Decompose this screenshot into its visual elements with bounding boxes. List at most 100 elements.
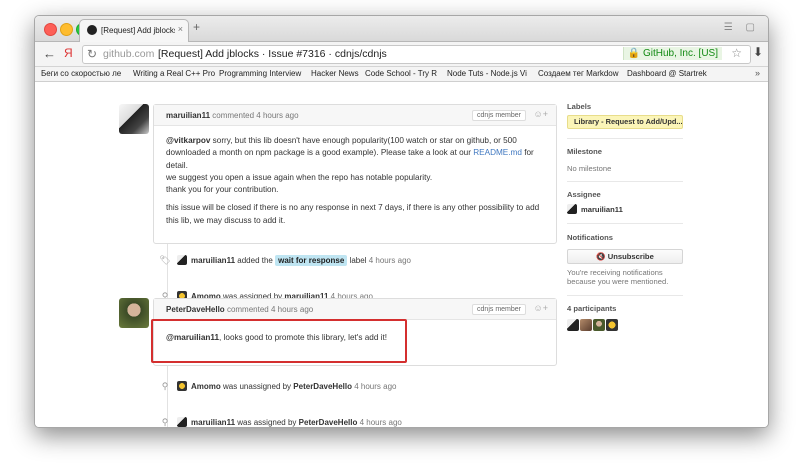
mute-icon: 🔇 bbox=[596, 252, 606, 261]
issue-label[interactable]: Library - Request to Add/Upd... bbox=[567, 115, 683, 129]
comment-author[interactable]: PeterDaveHello bbox=[166, 305, 225, 314]
member-badge: cdnjs member bbox=[472, 110, 526, 121]
browser-tab[interactable]: [Request] Add jblocks · Issu × bbox=[79, 19, 189, 42]
download-icon[interactable]: ⬇ bbox=[753, 45, 763, 59]
comment-meta: commented 4 hours ago bbox=[226, 305, 314, 314]
event-time: 4 hours ago bbox=[359, 418, 402, 427]
event-text: was unassigned by bbox=[223, 382, 292, 391]
unsubscribe-button[interactable]: 🔇 Unsubscribe bbox=[567, 249, 683, 264]
reload-icon[interactable]: ↻ bbox=[87, 47, 97, 61]
avatar[interactable] bbox=[567, 319, 579, 331]
avatar[interactable] bbox=[177, 255, 187, 265]
person-icon: ⚲ bbox=[161, 417, 169, 427]
browser-window: [Request] Add jblocks · Issu × + ☰ ▢ ← Я… bbox=[34, 15, 769, 428]
tag-icon: 🏷 bbox=[159, 255, 171, 265]
minimize-window-button[interactable] bbox=[60, 23, 73, 36]
divider bbox=[567, 295, 683, 296]
comment-meta: commented 4 hours ago bbox=[212, 111, 299, 120]
bookmark-item[interactable]: Programming Interview bbox=[219, 69, 307, 78]
bookmark-item[interactable]: Dashboard @ Startrek bbox=[627, 69, 727, 78]
event-time: 4 hours ago bbox=[368, 256, 411, 265]
notification-reason: because you were mentioned. bbox=[567, 277, 669, 286]
notification-reason: You're receiving notifications bbox=[567, 268, 663, 277]
bookmark-item[interactable]: Node Tuts - Node.js Vi bbox=[447, 69, 533, 78]
github-icon bbox=[87, 25, 97, 35]
label-event: 🏷 maruilian11 added the wait for response… bbox=[159, 255, 411, 266]
assignee[interactable]: maruilian11 bbox=[567, 204, 623, 214]
comment-header-text: PeterDaveHello commented 4 hours ago bbox=[166, 305, 313, 314]
window-menu-icon[interactable]: ☰ ▢ bbox=[724, 22, 760, 33]
comment-text: this issue will be closed if there is no… bbox=[166, 203, 540, 225]
ev-certificate-badge[interactable]: 🔒 GitHub, Inc. [US] bbox=[622, 47, 722, 60]
bookmark-item[interactable]: Code School - Try R bbox=[365, 69, 451, 78]
divider bbox=[567, 138, 683, 139]
comment-text: thank you for your contribution. bbox=[166, 185, 279, 195]
comment-body: @vitkarpov sorry, but this lib doesn't h… bbox=[154, 126, 556, 240]
event-by[interactable]: PeterDaveHello bbox=[299, 418, 358, 427]
bookmark-item[interactable]: Hacker News bbox=[311, 69, 371, 78]
bookmarks-bar: Беги со скоростью ле Writing a Real C++ … bbox=[35, 67, 768, 82]
add-reaction-icon[interactable]: ☺+ bbox=[534, 303, 548, 313]
user-mention[interactable]: @vitkarpov bbox=[166, 136, 210, 145]
comment-text: sorry, but this lib doesn't have enough … bbox=[166, 136, 517, 158]
unsubscribe-label: Unsubscribe bbox=[607, 252, 654, 261]
comment-header: PeterDaveHello commented 4 hours ago cdn… bbox=[154, 299, 556, 320]
event-actor[interactable]: maruilian11 bbox=[191, 418, 235, 427]
avatar[interactable] bbox=[119, 298, 149, 328]
comment-text: we suggest you open a issue again when t… bbox=[166, 172, 433, 182]
bookmarks-more-button[interactable]: » bbox=[755, 68, 760, 78]
comment-card: maruilian11 commented 4 hours ago cdnjs … bbox=[153, 104, 557, 244]
bookmark-item[interactable]: Writing a Real C++ Pro bbox=[133, 69, 217, 78]
unassign-event: ⚲ Amomo was unassigned by PeterDaveHello … bbox=[159, 381, 397, 392]
back-button[interactable]: ← bbox=[43, 46, 56, 61]
url-host: github.com bbox=[103, 48, 155, 60]
person-icon: ⚲ bbox=[161, 381, 169, 391]
milestone-value: No milestone bbox=[567, 164, 612, 173]
wait-for-response-label[interactable]: wait for response bbox=[275, 255, 348, 266]
issue-page: maruilian11 commented 4 hours ago cdnjs … bbox=[35, 82, 768, 427]
event-actor[interactable]: Amomo bbox=[191, 382, 221, 391]
event-by[interactable]: PeterDaveHello bbox=[293, 382, 352, 391]
yandex-button[interactable]: Я bbox=[64, 46, 73, 60]
bookmark-star-icon[interactable]: ☆ bbox=[731, 46, 742, 60]
highlight-box bbox=[151, 319, 407, 363]
event-time: 4 hours ago bbox=[354, 382, 397, 391]
avatar[interactable] bbox=[606, 319, 618, 331]
comment-header-text: maruilian11 commented 4 hours ago bbox=[166, 111, 299, 120]
tab-title: [Request] Add jblocks · Issu bbox=[101, 26, 175, 35]
close-tab-icon[interactable]: × bbox=[178, 24, 183, 34]
comment-paragraph: @vitkarpov sorry, but this lib doesn't h… bbox=[166, 135, 544, 196]
event-text: label bbox=[349, 256, 367, 265]
member-badge: cdnjs member bbox=[472, 304, 526, 315]
bookmark-item[interactable]: Создаем тег Markdow bbox=[538, 69, 622, 78]
avatar[interactable] bbox=[593, 319, 605, 331]
readme-link[interactable]: README.md bbox=[473, 148, 522, 157]
event-actor[interactable]: maruilian11 bbox=[191, 256, 235, 265]
comment-author[interactable]: maruilian11 bbox=[166, 111, 210, 120]
toolbar: ← Я ↻ github.com [Request] Add jblocks ·… bbox=[35, 42, 768, 67]
comment-header: maruilian11 commented 4 hours ago cdnjs … bbox=[154, 105, 556, 126]
url-title: [Request] Add jblocks · Issue #7316 · cd… bbox=[158, 48, 387, 60]
avatar[interactable] bbox=[580, 319, 592, 331]
event-text: was assigned by bbox=[237, 418, 297, 427]
event-text: added the bbox=[237, 256, 273, 265]
participants-heading: 4 participants bbox=[567, 304, 617, 313]
add-reaction-icon[interactable]: ☺+ bbox=[534, 109, 548, 119]
close-window-button[interactable] bbox=[44, 23, 57, 36]
address-bar[interactable]: ↻ github.com [Request] Add jblocks · Iss… bbox=[82, 45, 751, 64]
avatar bbox=[567, 204, 577, 214]
title-bar: [Request] Add jblocks · Issu × + ☰ ▢ bbox=[35, 16, 768, 42]
comment-paragraph: this issue will be closed if there is no… bbox=[166, 202, 544, 227]
assignee-name: maruilian11 bbox=[581, 205, 623, 214]
notifications-heading: Notifications bbox=[567, 233, 613, 242]
divider bbox=[567, 181, 683, 182]
ev-cert-text: GitHub, Inc. [US] bbox=[642, 48, 718, 59]
milestone-heading: Milestone bbox=[567, 147, 603, 156]
new-tab-button[interactable]: + bbox=[193, 20, 200, 34]
bookmark-item[interactable]: Беги со скоростью ле bbox=[41, 69, 141, 78]
avatar[interactable] bbox=[119, 104, 149, 134]
assign-event: ⚲ maruilian11 was assigned by PeterDaveHe… bbox=[159, 417, 402, 427]
avatar[interactable] bbox=[177, 381, 187, 391]
avatar[interactable] bbox=[177, 417, 187, 427]
divider bbox=[567, 223, 683, 224]
